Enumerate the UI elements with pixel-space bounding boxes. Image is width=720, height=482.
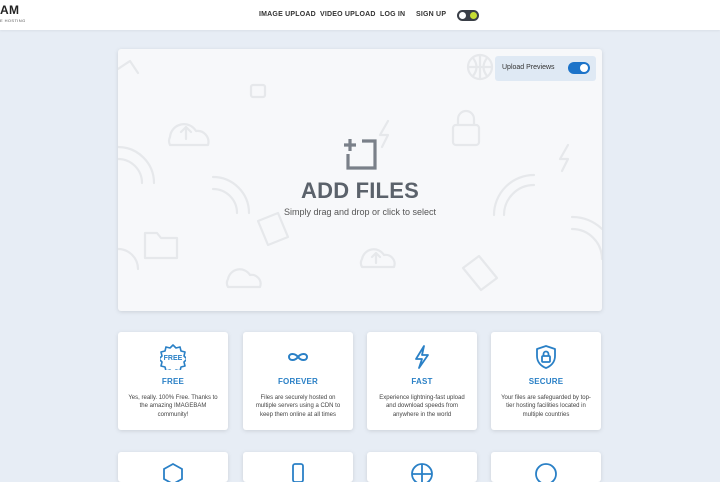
upload-previews-label: Upload Previews <box>502 64 555 71</box>
device-icon <box>292 463 304 482</box>
circle-icon <box>535 463 557 482</box>
feature-desc: Yes, really. 100% Free. Thanks to the am… <box>128 395 218 418</box>
folder-bg-icon <box>461 254 499 292</box>
upload-dropzone[interactable]: Upload Previews ADD FILES Simply drag an… <box>118 49 602 311</box>
feature-desc: Files are securely hosted on multiple se… <box>255 395 341 418</box>
feature-card-row2 <box>243 452 353 482</box>
wifi-bg-icon <box>570 215 602 261</box>
feature-card-fast: FAST Experience lightning-fast upload an… <box>367 332 477 430</box>
feature-title: FREE <box>161 377 185 386</box>
feature-title: FOREVER <box>277 377 319 386</box>
main-nav: IMAGE UPLOAD VIDEO UPLOAD LOG IN SIGN UP <box>0 11 720 23</box>
toggle-knob <box>459 12 466 19</box>
nav-sign-up[interactable]: SIGN UP <box>416 11 446 18</box>
padlock-bg-icon <box>249 83 267 99</box>
feature-card-free: FREE FREE Yes, really. 100% Free. Thanks… <box>118 332 228 430</box>
free-badge-text: FREE <box>164 355 183 362</box>
padlock-bg-icon <box>451 109 481 147</box>
folder-bg-icon <box>143 231 179 260</box>
add-files-title: ADD FILES <box>301 178 419 203</box>
feature-card-forever: FOREVER Files are securely hosted on mul… <box>243 332 353 430</box>
feature-card-row2 <box>367 452 477 482</box>
free-badge-icon: FREE <box>160 344 186 370</box>
hexagon-icon <box>163 462 183 482</box>
add-files-icon <box>344 139 377 170</box>
cloud-upload-bg-icon <box>167 123 210 147</box>
feature-title: FAST <box>411 377 433 386</box>
add-files-subtitle: Simply drag and drop or click to select <box>283 207 437 217</box>
toggle-indicator <box>470 12 477 19</box>
document-bg-icon <box>256 211 290 247</box>
lightning-icon <box>415 345 429 369</box>
cloud-bg-icon <box>225 268 262 289</box>
upload-previews-toggle[interactable]: Upload Previews <box>495 56 596 81</box>
folder-bg-icon <box>118 59 140 75</box>
feature-desc: Experience lightning-fast upload and dow… <box>379 395 465 418</box>
feature-card-secure: SECURE Your files are safeguarded by top… <box>491 332 601 430</box>
theme-toggle[interactable] <box>457 10 479 21</box>
upload-previews-switch[interactable] <box>568 62 590 74</box>
switch-knob <box>580 64 588 72</box>
globe-bg-icon <box>466 53 494 81</box>
infinity-icon <box>287 353 309 361</box>
cloud-bg-icon <box>359 248 396 269</box>
feature-card-row2 <box>491 452 601 482</box>
feature-card-row2 <box>118 452 228 482</box>
feature-desc: Your files are safeguarded by top-tier h… <box>501 395 591 418</box>
site-header: AM E HOSTING IMAGE UPLOAD VIDEO UPLOAD L… <box>0 0 720 30</box>
shield-lock-icon <box>536 345 556 369</box>
feature-title: SECURE <box>528 377 564 386</box>
wifi-bg-icon <box>118 247 140 271</box>
globe-icon <box>411 463 433 482</box>
nav-image-upload[interactable]: IMAGE UPLOAD <box>259 11 316 18</box>
nav-log-in[interactable]: LOG IN <box>380 11 405 18</box>
nav-video-upload[interactable]: VIDEO UPLOAD <box>320 11 376 18</box>
